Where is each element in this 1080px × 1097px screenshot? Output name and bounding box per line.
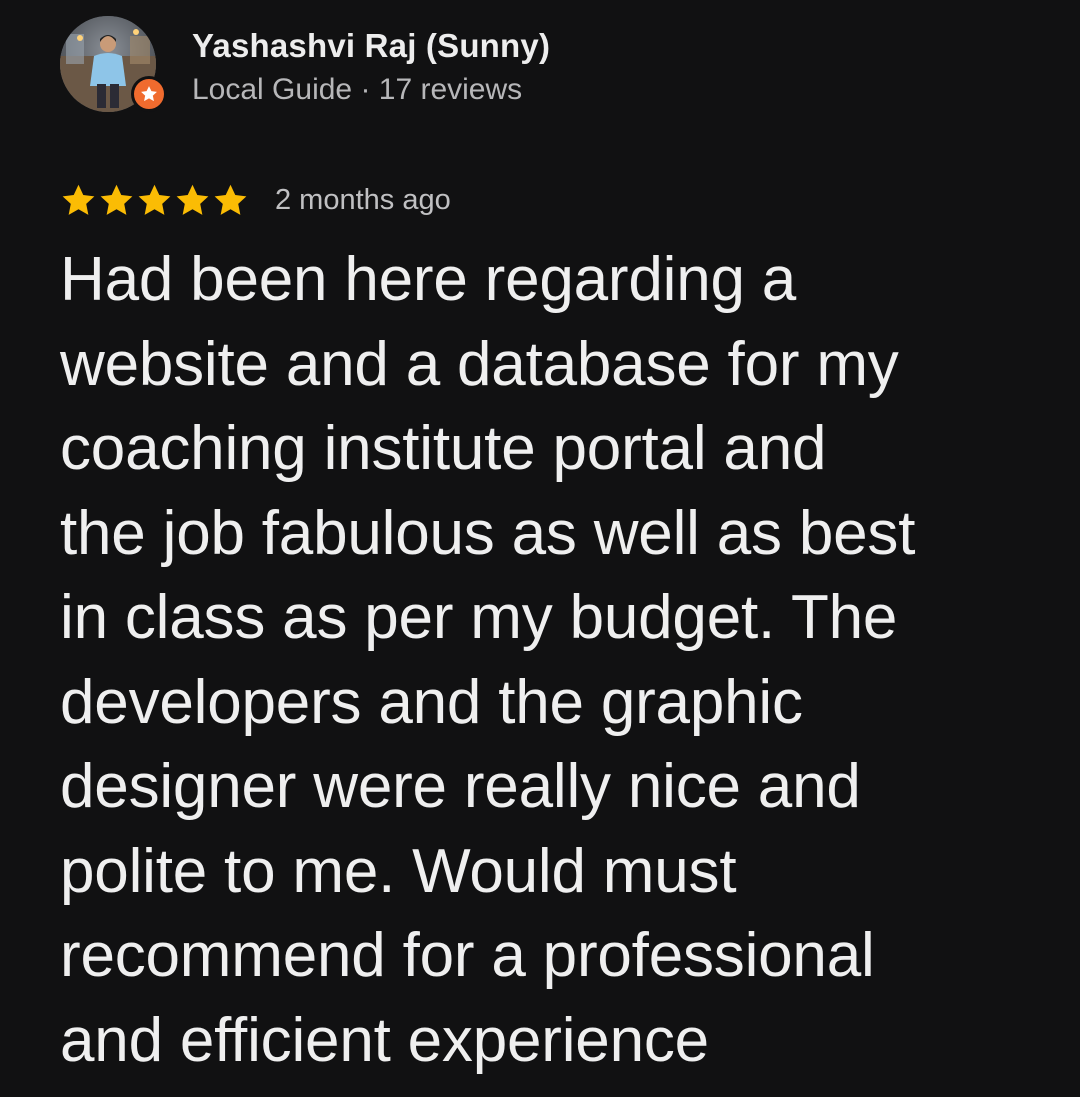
star-rating xyxy=(60,182,249,219)
author-meta: Local Guide · 17 reviews xyxy=(192,73,523,106)
review-card: Yashashvi Raj (Sunny) Local Guide · 17 r… xyxy=(0,0,1080,1097)
author-info: Yashashvi Raj (Sunny) Local Guide · 17 r… xyxy=(192,16,550,108)
star-icon xyxy=(60,182,97,219)
review-text-line: designer were really nice and xyxy=(60,752,861,821)
review-text-line: recommend for a professional xyxy=(60,921,875,990)
review-header: Yashashvi Raj (Sunny) Local Guide · 17 r… xyxy=(60,16,550,116)
review-text-line: website and a database for my xyxy=(60,329,899,399)
local-guide-star-icon xyxy=(141,86,157,102)
review-text-line: and efficient experience xyxy=(60,1005,709,1075)
local-guide-badge xyxy=(131,76,167,112)
review-text-line: in class as per my budget. The xyxy=(60,583,898,652)
review-time: 2 months ago xyxy=(275,184,451,216)
star-icon xyxy=(136,182,173,219)
review-text: Had been here regarding a website and a d… xyxy=(60,238,1050,1083)
review-text-line: developers and the graphic xyxy=(60,667,803,737)
review-text-line: Had been here regarding a xyxy=(60,245,797,314)
star-icon xyxy=(212,182,249,219)
review-text-line: the job fabulous as well as best xyxy=(60,498,916,568)
author-name[interactable]: Yashashvi Raj (Sunny) xyxy=(192,26,550,66)
author-avatar-wrap[interactable] xyxy=(60,16,167,112)
review-text-line: polite to me. Would must xyxy=(60,836,737,906)
review-text-line: coaching institute portal and xyxy=(60,414,827,483)
rating-row: 2 months ago xyxy=(60,178,451,222)
star-icon xyxy=(174,182,211,219)
star-icon xyxy=(98,182,135,219)
